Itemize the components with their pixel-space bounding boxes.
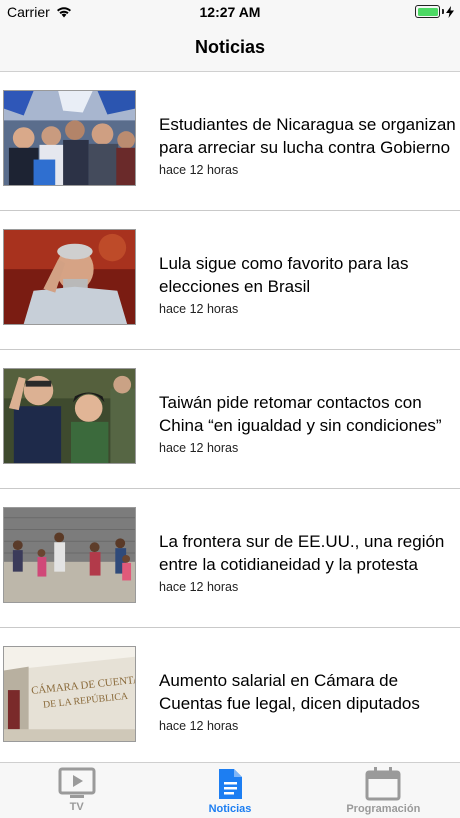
news-item[interactable]: CÁMARA DE CUENTAS DE LA REPÚBLICA Aument…	[0, 628, 460, 762]
news-timestamp: hace 12 horas	[159, 302, 239, 316]
status-bar: Carrier 12:27 AM	[0, 0, 460, 24]
news-thumbnail	[3, 368, 136, 464]
page-title: Noticias	[194, 37, 266, 57]
news-timestamp: hace 12 horas	[159, 719, 239, 733]
charging-bolt-icon	[446, 5, 454, 18]
tv-icon	[58, 767, 96, 798]
news-item[interactable]: Taiwán pide retomar contactos con China …	[0, 350, 460, 489]
news-thumbnail: CÁMARA DE CUENTAS DE LA REPÚBLICA	[3, 646, 136, 742]
news-thumbnail	[3, 507, 136, 603]
news-timestamp: hace 12 horas	[159, 163, 239, 177]
tab-noticias[interactable]: Noticias	[153, 763, 306, 818]
clock: 12:27 AM	[199, 4, 261, 20]
news-headline: Taiwán pide retomar contactos con China …	[159, 393, 442, 435]
tab-bar: TV Noticias Programación	[0, 762, 460, 818]
tab-label: Programación	[346, 803, 421, 815]
calendar-icon	[365, 767, 401, 801]
news-list[interactable]: Estudiantes de Nicaragua se organizan pa…	[0, 72, 460, 762]
tab-programacion[interactable]: Programación	[307, 763, 460, 818]
news-thumbnail	[3, 229, 136, 325]
battery-icon	[415, 5, 454, 18]
tab-label: Noticias	[208, 803, 252, 815]
news-headline: Lula sigue como favorito para las elecci…	[159, 254, 409, 296]
news-headline: Estudiantes de Nicaragua se organizan pa…	[159, 115, 456, 157]
tab-tv[interactable]: TV	[0, 763, 153, 818]
document-icon	[218, 769, 242, 799]
navigation-bar: Noticias	[0, 24, 460, 72]
news-item[interactable]: La frontera sur de EE.UU., una región en…	[0, 489, 460, 628]
news-headline: La frontera sur de EE.UU., una región en…	[159, 532, 445, 574]
news-thumbnail	[3, 90, 136, 186]
news-timestamp: hace 12 horas	[159, 580, 239, 594]
news-item[interactable]: Lula sigue como favorito para las elecci…	[0, 211, 460, 350]
tab-label: TV	[69, 801, 84, 813]
news-headline: Aumento salarial en Cámara de Cuentas fu…	[159, 671, 420, 713]
news-item[interactable]: Estudiantes de Nicaragua se organizan pa…	[0, 72, 460, 211]
news-timestamp: hace 12 horas	[159, 441, 239, 455]
